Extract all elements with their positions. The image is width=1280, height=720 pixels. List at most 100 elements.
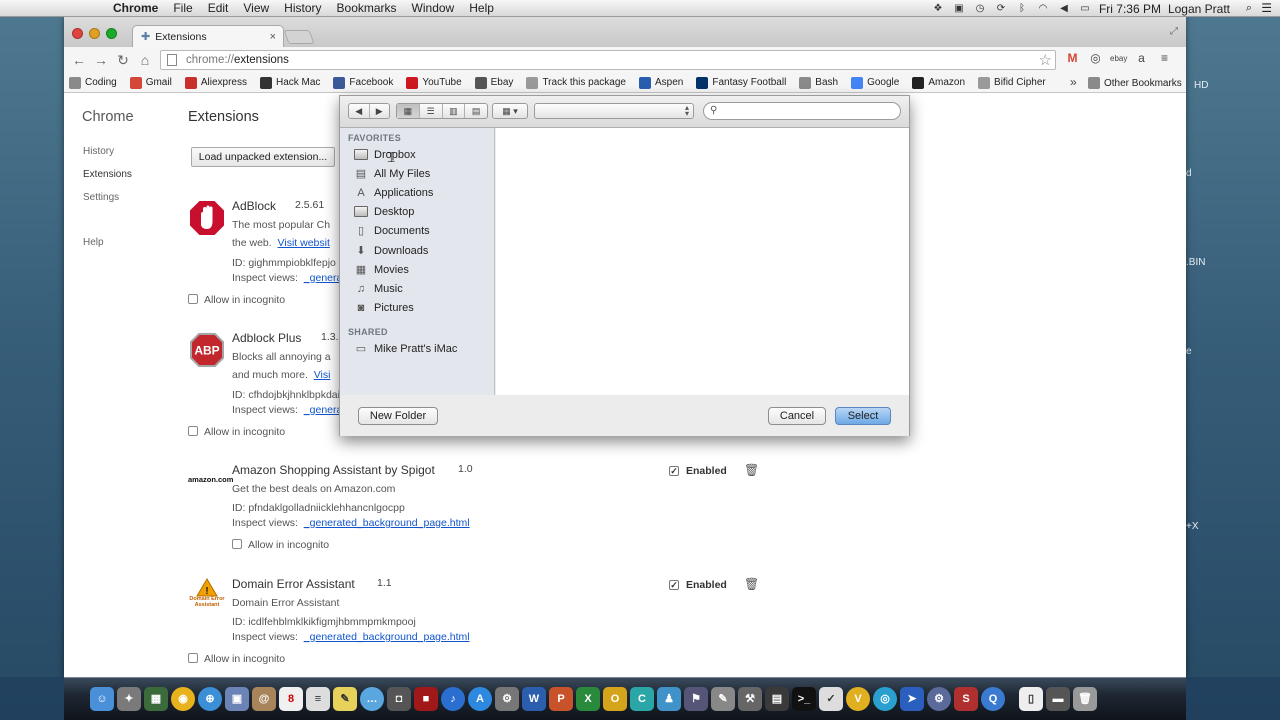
bluetooth-icon[interactable]: ᛒ <box>1015 3 1029 15</box>
time-machine-icon[interactable]: ◷ <box>973 3 987 15</box>
background-page-link[interactable]: _genera <box>304 404 343 416</box>
chrome-menu-icon[interactable]: ≡ <box>1156 51 1173 65</box>
bookmark-item[interactable]: Aspen <box>639 76 683 89</box>
menu-file[interactable]: File <box>173 1 192 15</box>
system-prefs-dock-icon[interactable]: ⚙ <box>495 687 519 711</box>
trash-icon[interactable]: 🗑 <box>744 463 759 477</box>
mission-control-dock-icon[interactable]: ▦ <box>144 687 168 711</box>
ebay-extension-icon[interactable]: ebay <box>1110 54 1127 63</box>
location-popup[interactable]: ▴ ▾ <box>534 103 694 119</box>
sync-icon[interactable]: ⟳ <box>994 3 1008 15</box>
menu-clock[interactable]: Fri 7:36 PM <box>1099 2 1161 16</box>
battery-icon[interactable]: ▭ <box>1078 3 1092 15</box>
bookmark-item[interactable]: Amazon <box>912 76 965 89</box>
app-dock-icon-1[interactable]: ♟ <box>657 687 681 711</box>
tab-extensions[interactable]: ✚ Extensions × <box>132 25 284 47</box>
trash-icon[interactable]: 🗑 <box>744 577 759 591</box>
bookmark-item[interactable]: Google <box>851 76 899 89</box>
zoom-window-button[interactable] <box>106 28 117 39</box>
sidebar-item-documents[interactable]: ▯ Documents <box>354 222 430 239</box>
load-unpacked-button[interactable]: Load unpacked extension... <box>191 147 335 167</box>
terminal-dock-icon[interactable]: >_ <box>792 687 816 711</box>
home-icon[interactable]: ⌂ <box>134 52 156 68</box>
sidebar-item-extensions[interactable]: Extensions <box>83 169 132 180</box>
display-icon[interactable]: ▣ <box>952 3 966 15</box>
fullscreen-icon[interactable]: ⤢ <box>1170 26 1178 37</box>
sidebar-item-help[interactable]: Help <box>83 237 104 248</box>
facetime-dock-icon[interactable]: ◘ <box>387 687 411 711</box>
incognito-checkbox[interactable] <box>188 426 198 436</box>
visit-website-link[interactable]: Visit websit <box>278 237 330 249</box>
address-bar[interactable]: chrome:// extensions ☆ <box>160 50 1056 70</box>
contacts-dock-icon[interactable]: @ <box>252 687 276 711</box>
sidebar-item-downloads[interactable]: ⬇ Downloads <box>354 242 428 259</box>
bookmark-other[interactable]: Other Bookmarks <box>1088 77 1182 89</box>
volume-icon[interactable]: ◀ <box>1057 3 1071 15</box>
menu-help[interactable]: Help <box>469 1 494 15</box>
new-tab-button[interactable] <box>283 30 315 44</box>
dialog-search-field[interactable]: ⚲ <box>703 102 901 120</box>
sidebar-item-movies[interactable]: ▦ Movies <box>354 261 409 278</box>
reload-icon[interactable]: ↻ <box>112 52 134 69</box>
amazon-extension-icon[interactable]: a <box>1133 51 1150 65</box>
column-view-icon[interactable]: ▥ <box>443 104 466 118</box>
gmail-extension-icon[interactable]: M <box>1064 51 1081 65</box>
coverflow-view-icon[interactable]: ▤ <box>465 104 487 118</box>
app-dock-icon-11[interactable]: S <box>954 687 978 711</box>
chevron-right-icon[interactable]: » <box>1070 75 1077 89</box>
arrange-button[interactable]: ▦ ▾ <box>492 103 528 119</box>
app-dock-icon-12[interactable]: Q <box>981 687 1005 711</box>
menu-chrome[interactable]: Chrome <box>113 1 158 15</box>
search-icon[interactable]: ⌕ <box>1246 2 1252 15</box>
c-app-dock-icon[interactable]: C <box>630 687 654 711</box>
downloads-stack-dock-icon[interactable]: ▬ <box>1046 687 1070 711</box>
wifi-icon[interactable]: ◠ <box>1036 3 1050 15</box>
menu-edit[interactable]: Edit <box>208 1 229 15</box>
incognito-checkbox[interactable] <box>188 653 198 663</box>
bookmark-item[interactable]: Aliexpress <box>184 76 247 89</box>
sidebar-item-all-my-files[interactable]: ▤ All My Files <box>354 165 430 182</box>
menu-bookmarks[interactable]: Bookmarks <box>337 1 397 15</box>
forward-icon[interactable]: ▶ <box>370 104 390 118</box>
sidebar-item-dropbox[interactable]: Dropbox <box>354 146 416 163</box>
app-dock-icon-3[interactable]: ✎ <box>711 687 735 711</box>
sidebar-item-applications[interactable]: A Applications <box>354 184 433 201</box>
bookmark-item[interactable]: Ebay <box>474 76 513 89</box>
sidebar-item-music[interactable]: ♫ Music <box>354 280 403 297</box>
close-window-button[interactable] <box>72 28 83 39</box>
dropbox-status-icon[interactable]: ❖ <box>931 3 945 15</box>
app-dock-icon-6[interactable]: ✓ <box>819 687 843 711</box>
bookmark-item[interactable]: Gmail <box>129 76 172 89</box>
background-page-link[interactable]: _generated_background_page.html <box>304 631 470 643</box>
chrome-dock-icon[interactable]: ◉ <box>171 687 195 711</box>
document-stack-dock-icon[interactable]: ▯ <box>1019 687 1043 711</box>
bookmark-item[interactable]: Bifid Cipher <box>978 76 1046 89</box>
forward-icon[interactable]: → <box>90 52 112 68</box>
safari-dock-icon[interactable]: ⊕ <box>198 687 222 711</box>
sidebar-item-settings[interactable]: Settings <box>83 192 119 203</box>
bookmark-item[interactable]: Track this package <box>526 76 626 89</box>
app-store-dock-icon[interactable]: A <box>468 687 492 711</box>
select-button[interactable]: Select <box>835 407 891 425</box>
list-view-icon[interactable]: ☰ <box>420 104 443 118</box>
back-icon[interactable]: ← <box>68 52 90 68</box>
launchpad-dock-icon[interactable]: ✦ <box>117 687 141 711</box>
incognito-checkbox[interactable] <box>188 294 198 304</box>
enabled-toggle[interactable]: ✓ Enabled <box>669 579 727 591</box>
visit-website-link[interactable]: Visi <box>314 369 331 381</box>
app-dock-icon-4[interactable]: ⚒ <box>738 687 762 711</box>
desktop-icon-label[interactable]: d <box>1186 168 1192 179</box>
menu-view[interactable]: View <box>243 1 269 15</box>
app-dock-icon-5[interactable]: ▤ <box>765 687 789 711</box>
outlook-dock-icon[interactable]: O <box>603 687 627 711</box>
desktop-icon-label[interactable]: .BIN <box>1186 257 1205 268</box>
bookmark-item[interactable]: Bash <box>799 76 838 89</box>
back-icon[interactable]: ◀ <box>349 104 370 118</box>
word-dock-icon[interactable]: W <box>522 687 546 711</box>
close-tab-icon[interactable]: × <box>270 31 276 43</box>
calendar-dock-icon[interactable]: 8 <box>279 687 303 711</box>
menu-history[interactable]: History <box>284 1 321 15</box>
notes-dock-icon[interactable]: ≡ <box>306 687 330 711</box>
bookmark-item[interactable]: Hack Mac <box>259 76 320 89</box>
sidebar-item-desktop[interactable]: Desktop <box>354 203 414 220</box>
